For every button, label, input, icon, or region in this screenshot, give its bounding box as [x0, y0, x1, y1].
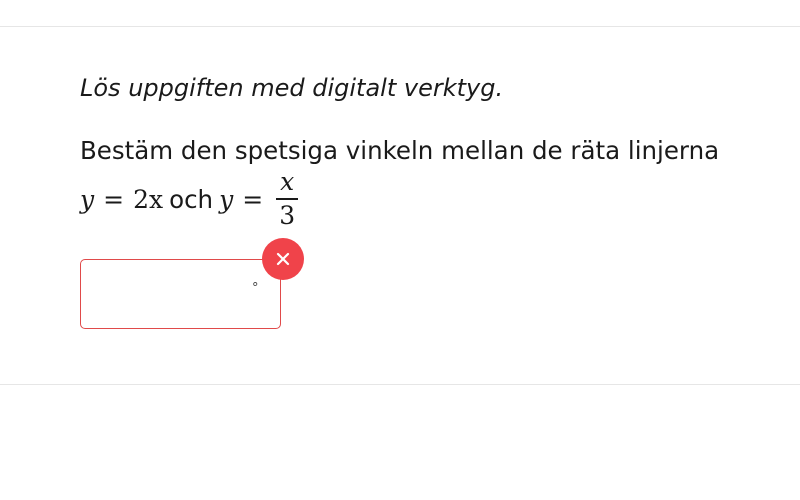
equation-connector: och: [169, 184, 214, 214]
error-badge[interactable]: [262, 238, 304, 280]
equation-equals-2: =: [242, 184, 264, 214]
top-divider: [0, 26, 800, 27]
equation-lhs-1: y: [80, 184, 95, 214]
fraction-bar: [276, 198, 299, 200]
answer-input[interactable]: [91, 268, 255, 322]
close-icon: [276, 252, 290, 266]
fraction-denominator: 3: [279, 200, 296, 230]
instruction-text: Lös uppgiften med digitalt verktyg.: [80, 74, 504, 102]
answer-box: °: [80, 259, 281, 329]
equation-lhs-2: y: [219, 184, 234, 214]
bottom-divider: [0, 384, 800, 385]
equation-fraction: x 3: [276, 167, 299, 230]
equation-line: y = 2x och y = x 3: [80, 166, 299, 232]
fraction-numerator: x: [280, 167, 295, 197]
equation-rhs-1-text: 2x: [133, 184, 164, 214]
question-text: Bestäm den spetsiga vinkeln mellan de rä…: [80, 136, 720, 165]
degree-unit: °: [252, 281, 259, 296]
equation-equals-1: =: [103, 184, 125, 214]
equation-rhs-1: 2x: [133, 185, 163, 214]
